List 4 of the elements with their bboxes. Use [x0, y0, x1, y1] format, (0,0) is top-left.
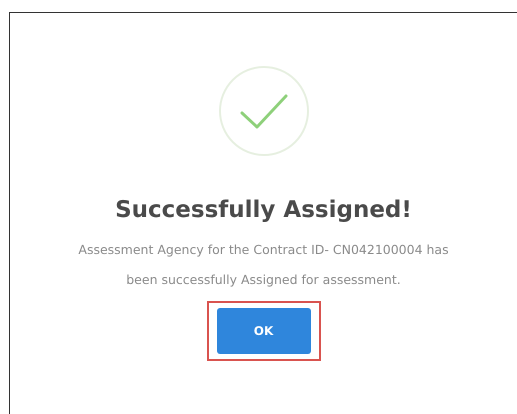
dialog-message: Assessment Agency for the Contract ID- CN042100004 has been successfully Assigned for assessment.: [77, 241, 450, 289]
checkmark-icon: [218, 65, 310, 157]
dialog-title: Successfully Assigned!: [115, 197, 412, 223]
ok-button[interactable]: OK: [216, 308, 310, 354]
